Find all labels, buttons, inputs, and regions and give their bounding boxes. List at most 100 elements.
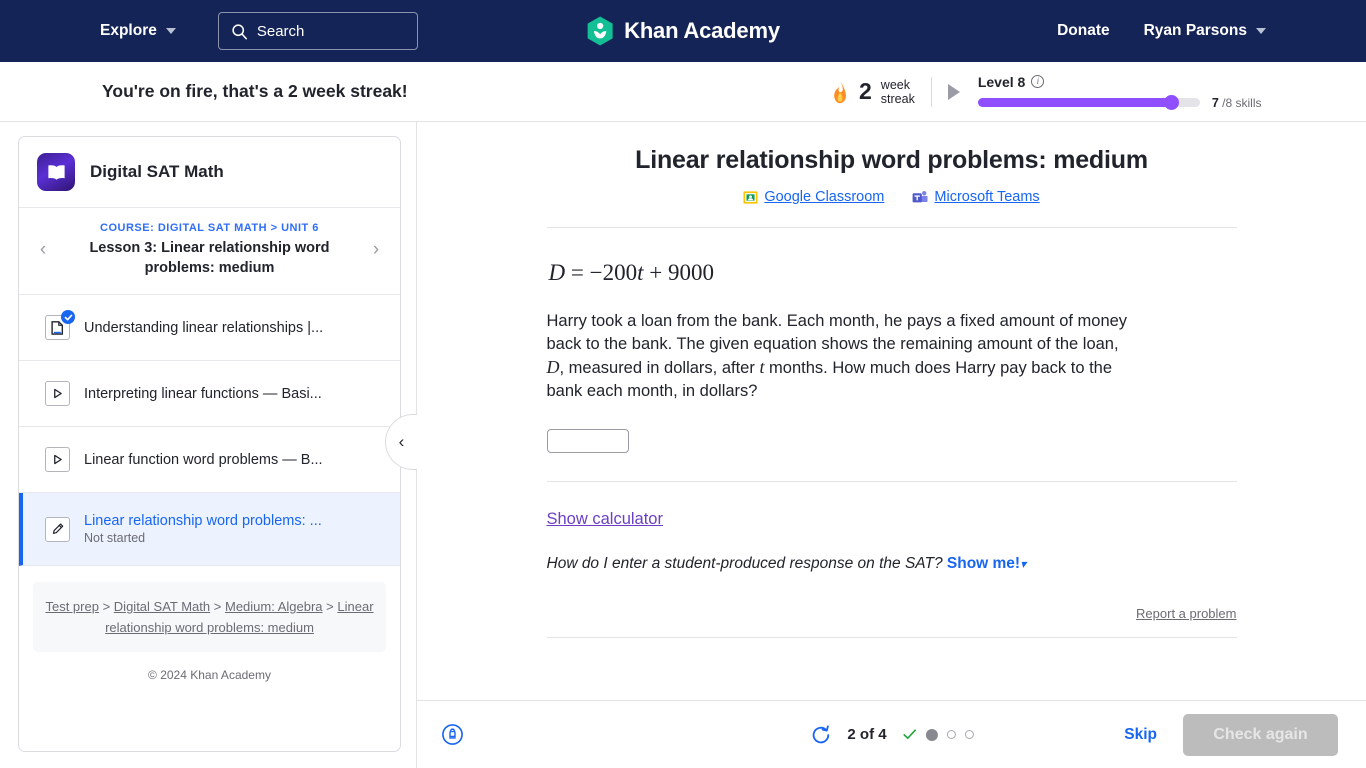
hint-button[interactable] [441,723,464,746]
skills-count: 7 /8 skills [1212,96,1262,110]
divider [546,227,1237,228]
howto-row: How do I enter a student-produced respon… [547,555,1237,573]
exercise-icon [45,516,70,542]
check-again-button[interactable]: Check again [1183,713,1338,756]
streak-progress-group: 2 week streak Level 8 i 7 /8 skills [830,74,1261,110]
article-icon [45,310,75,340]
book-icon [47,164,65,180]
question-dot-current[interactable] [925,728,938,741]
user-name-label: Ryan Parsons [1143,22,1247,39]
problem-variable-d: D [546,357,560,377]
lesson-title: Lesson 3: Linear relationship word probl… [89,240,330,276]
equation-operator: = −200 [570,260,638,285]
video-icon [45,381,70,406]
info-icon[interactable]: i [1031,75,1045,88]
lesson-item-list: Understanding linear relationships |... … [19,295,400,566]
show-me-button[interactable]: Show me! [947,555,1020,572]
page-title: Linear relationship word problems: mediu… [635,146,1148,174]
list-item-text: Linear function word problems — B... [84,452,382,468]
level-progress-bar [977,95,1200,110]
list-item-title: Linear relationship word problems: ... [84,513,322,529]
chevron-down-icon [165,28,176,34]
search-icon [232,23,247,39]
google-classroom-label: Google Classroom [764,189,885,205]
microsoft-teams-link[interactable]: Microsoft Teams [912,189,1040,205]
breadcrumb: Test prep > Digital SAT Math > Medium: A… [33,582,386,652]
google-classroom-link[interactable]: Google Classroom [743,189,884,205]
breadcrumb-link-test-prep[interactable]: Test prep [45,599,98,614]
streak-counter[interactable]: 2 week streak [830,78,915,106]
list-item-status: Not started [84,531,146,545]
completed-check-badge [61,310,75,324]
check-icon [903,729,916,740]
list-item-text: Interpreting linear functions — Basi... [84,386,382,402]
restart-button[interactable] [809,724,831,746]
explore-label: Explore [100,22,157,39]
page-layout: Digital SAT Math ‹ COURSE: DIGITAL SAT M… [0,122,1366,768]
breadcrumb-link-medium-algebra[interactable]: Medium: Algebra [225,599,323,614]
hint-lightbulb-icon [442,724,463,745]
question-dot[interactable] [964,730,974,739]
list-item[interactable]: Understanding linear relationships |... [19,295,400,361]
play-triangle-icon [54,454,62,465]
top-navigation-bar: Explore Search Khan Academy Donate Ryan … [0,0,1366,62]
show-calculator-link[interactable]: Show calculator [547,510,663,529]
skills-total-label: /8 skills [1222,95,1262,110]
search-input[interactable]: Search [217,12,418,50]
prev-lesson-button[interactable]: ‹ [29,239,57,261]
question-progress-count: 2 of 4 [847,726,887,743]
breadcrumb-link-digital-sat-math[interactable]: Digital SAT Math [114,599,210,614]
level-progress-block: Level 8 i 7 /8 skills [977,73,1262,110]
breadcrumb-separator: > [102,599,111,614]
user-menu-button[interactable]: Ryan Parsons [1144,22,1266,40]
google-classroom-icon [743,190,758,204]
list-item[interactable]: Interpreting linear functions — Basi... [19,361,400,427]
donate-link[interactable]: Donate [1057,22,1110,40]
list-item-text: Linear relationship word problems: ... N… [84,513,382,545]
main-content: Linear relationship word problems: mediu… [417,122,1366,768]
list-item-title: Linear function word problems — B... [84,451,323,468]
exercise-body: D = −200t + 9000 Harry took a loan from … [546,227,1237,638]
course-unit-breadcrumb[interactable]: COURSE: DIGITAL SAT MATH > UNIT 6 [57,222,362,234]
answer-input[interactable] [546,429,629,453]
list-item-title: Understanding linear relationships |... [84,319,324,336]
khan-hexagon-logo-icon [587,16,613,46]
pencil-icon [52,523,63,534]
exercise-panel: Linear relationship word problems: mediu… [417,122,1366,700]
microsoft-teams-icon [912,190,928,202]
list-item[interactable]: Linear function word problems — B... [19,427,400,493]
equation-variable-d: D [548,260,566,285]
level-progress-knob [1163,95,1179,110]
exercise-footer-bar: 2 of 4 Skip Check again [417,700,1366,768]
skills-done-value: 7 [1211,95,1219,110]
list-item-title: Interpreting linear functions — Basi... [84,385,322,402]
streak-message: You're on fire, that's a 2 week streak! [102,81,408,101]
sidebar-course-header[interactable]: Digital SAT Math [19,137,400,208]
refresh-icon [812,724,829,743]
equation-tail: + 9000 [649,260,714,285]
howto-question-label: How do I enter a student-produced respon… [546,555,943,572]
sidebar: Digital SAT Math ‹ COURSE: DIGITAL SAT M… [0,122,417,768]
list-item-text: Understanding linear relationships |... [84,320,382,336]
level-progress-fill [977,98,1171,107]
share-links-row: Google Classroom Microsoft Teams [417,189,1366,205]
breadcrumb-separator: > [213,599,222,614]
chevron-down-icon[interactable]: ▾ [1020,557,1026,571]
report-row: Report a problem [547,605,1236,623]
play-triangle-icon[interactable] [947,83,960,100]
next-lesson-button[interactable]: › [362,239,390,261]
nav-right-group: Donate Ryan Parsons [1057,22,1266,40]
skip-button[interactable]: Skip [1124,726,1157,744]
question-dot[interactable] [946,730,956,739]
divider [546,637,1237,638]
equation-display: D = −200t + 9000 [549,260,1237,286]
level-label: Level 8 [977,73,1026,90]
lesson-navigator: ‹ COURSE: DIGITAL SAT MATH > UNIT 6 Less… [19,208,400,295]
question-dots [903,728,974,741]
explore-menu-button[interactable]: Explore [100,22,176,40]
streak-status-bar: You're on fire, that's a 2 week streak! … [0,62,1366,122]
footer-actions: Skip Check again [1124,713,1338,756]
list-item-active[interactable]: Linear relationship word problems: ... N… [19,493,400,566]
khan-academy-logo[interactable]: Khan Academy [586,16,780,46]
report-problem-link[interactable]: Report a problem [1136,606,1236,621]
